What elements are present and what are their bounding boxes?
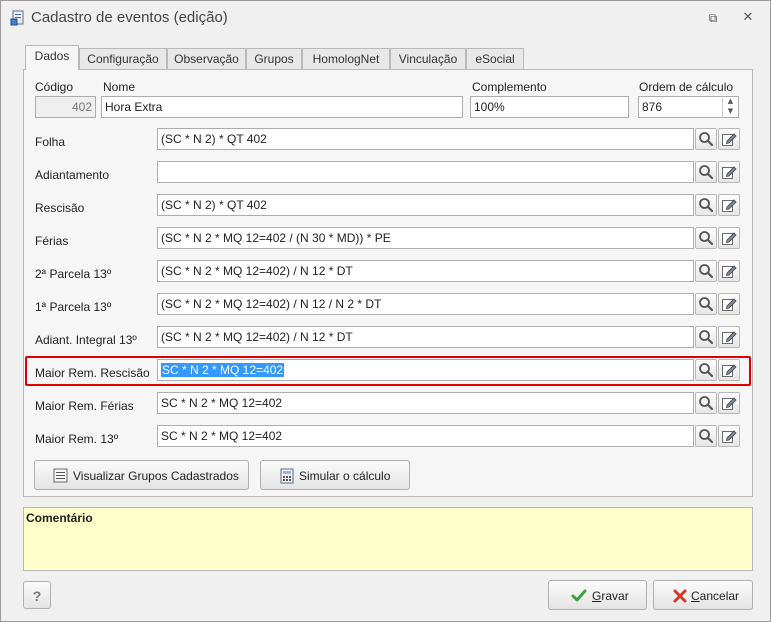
formula-label-9: Maior Rem. 13º <box>35 432 119 446</box>
highlight-annotation <box>25 356 751 386</box>
spin-down-icon[interactable]: ▼ <box>723 106 738 116</box>
gravar-accel: G <box>592 589 602 603</box>
formula-edit-icon-3[interactable] <box>718 227 740 249</box>
formula-edit-icon-0[interactable] <box>718 128 740 150</box>
formula-search-icon-8[interactable] <box>695 392 717 414</box>
formula-search-icon-0[interactable] <box>695 128 717 150</box>
formula-field-5[interactable]: (SC * N 2 * MQ 12=402) / N 12 / N 2 * DT <box>157 293 694 315</box>
formula-search-icon-4[interactable] <box>695 260 717 282</box>
visualizar-grupos-label: Visualizar Grupos Cadastrados <box>73 469 239 483</box>
cancelar-label: ancelar <box>699 589 740 603</box>
formula-field-1[interactable] <box>157 161 694 183</box>
formula-field-0[interactable]: (SC * N 2) * QT 402 <box>157 128 694 150</box>
tab-dados[interactable]: Dados <box>25 45 79 70</box>
ordem-spinner[interactable]: ▲ ▼ <box>722 96 738 118</box>
formula-field-2[interactable]: (SC * N 2) * QT 402 <box>157 194 694 216</box>
formula-field-3[interactable]: (SC * N 2 * MQ 12=402 / (N 30 * MD)) * P… <box>157 227 694 249</box>
app-icon <box>10 10 26 26</box>
formula-field-9[interactable]: SC * N 2 * MQ 12=402 <box>157 425 694 447</box>
comentario-area[interactable]: Comentário <box>23 507 753 571</box>
formula-label-6: Adiant. Integral 13º <box>35 333 137 347</box>
formula-search-icon-3[interactable] <box>695 227 717 249</box>
formula-edit-icon-4[interactable] <box>718 260 740 282</box>
formula-edit-icon-5[interactable] <box>718 293 740 315</box>
restore-button[interactable]: ⧉ <box>703 9 723 27</box>
close-button[interactable]: ✕ <box>738 9 758 27</box>
formula-label-5: 1ª Parcela 13º <box>35 300 112 314</box>
formula-search-icon-2[interactable] <box>695 194 717 216</box>
gravar-button[interactable]: Gravar <box>548 580 647 610</box>
spin-up-icon[interactable]: ▲ <box>723 96 738 106</box>
visualizar-grupos-button[interactable]: Visualizar Grupos Cadastrados <box>34 460 249 490</box>
simular-calculo-label: Simular o cálculo <box>299 469 391 483</box>
tab-grupos[interactable]: Grupos <box>246 48 302 70</box>
formula-label-1: Adiantamento <box>35 168 110 182</box>
formula-label-2: Rescisão <box>35 201 85 215</box>
formula-search-icon-6[interactable] <box>695 326 717 348</box>
gravar-label: ravar <box>601 589 629 603</box>
simular-calculo-button[interactable]: Simular o cálculo <box>260 460 410 490</box>
formula-label-8: Maior Rem. Férias <box>35 399 134 413</box>
formula-field-8[interactable]: SC * N 2 * MQ 12=402 <box>157 392 694 414</box>
cancel-x-icon <box>673 589 687 603</box>
formula-search-icon-5[interactable] <box>695 293 717 315</box>
cancelar-button[interactable]: Cancelar <box>653 580 753 610</box>
formula-field-6[interactable]: (SC * N 2 * MQ 12=402) / N 12 * DT <box>157 326 694 348</box>
window-title: Cadastro de eventos (edição) <box>31 9 228 26</box>
formula-search-icon-1[interactable] <box>695 161 717 183</box>
checkmark-icon <box>571 589 587 602</box>
formula-edit-icon-2[interactable] <box>718 194 740 216</box>
complemento-field[interactable]: 100% <box>470 96 629 118</box>
tab-observacao[interactable]: Observação <box>167 48 246 70</box>
formula-edit-icon-8[interactable] <box>718 392 740 414</box>
calculator-icon <box>280 468 294 484</box>
formula-edit-icon-1[interactable] <box>718 161 740 183</box>
tab-esocial[interactable]: eSocial <box>466 48 524 70</box>
formula-field-4[interactable]: (SC * N 2 * MQ 12=402) / N 12 * DT <box>157 260 694 282</box>
formula-label-3: Férias <box>35 234 69 248</box>
codigo-field: 402 <box>35 96 96 118</box>
formula-edit-icon-9[interactable] <box>718 425 740 447</box>
complemento-label: Complemento <box>472 80 547 94</box>
formula-label-0: Folha <box>35 135 66 149</box>
list-icon <box>53 468 68 483</box>
title-bar: Cadastro de eventos (edição) ⧉ ✕ <box>1 1 770 35</box>
formula-search-icon-9[interactable] <box>695 425 717 447</box>
nome-field[interactable]: Hora Extra <box>101 96 463 118</box>
tab-homolognet[interactable]: HomologNet <box>302 48 390 70</box>
nome-label: Nome <box>103 80 136 94</box>
comentario-title: Comentário <box>26 511 93 525</box>
formula-edit-icon-6[interactable] <box>718 326 740 348</box>
help-button[interactable]: ? <box>23 581 51 609</box>
codigo-label: Código <box>35 80 74 94</box>
formula-label-4: 2ª Parcela 13º <box>35 267 112 281</box>
event-edit-window: Cadastro de eventos (edição) ⧉ ✕ Dados C… <box>0 0 771 622</box>
ordem-calculo-label: Ordem de cálculo <box>639 80 734 94</box>
tab-vinculacao[interactable]: Vinculação <box>390 48 466 70</box>
help-icon: ? <box>32 588 42 604</box>
cancelar-accel: C <box>691 589 700 603</box>
tab-configuracao[interactable]: Configuração <box>79 48 167 70</box>
